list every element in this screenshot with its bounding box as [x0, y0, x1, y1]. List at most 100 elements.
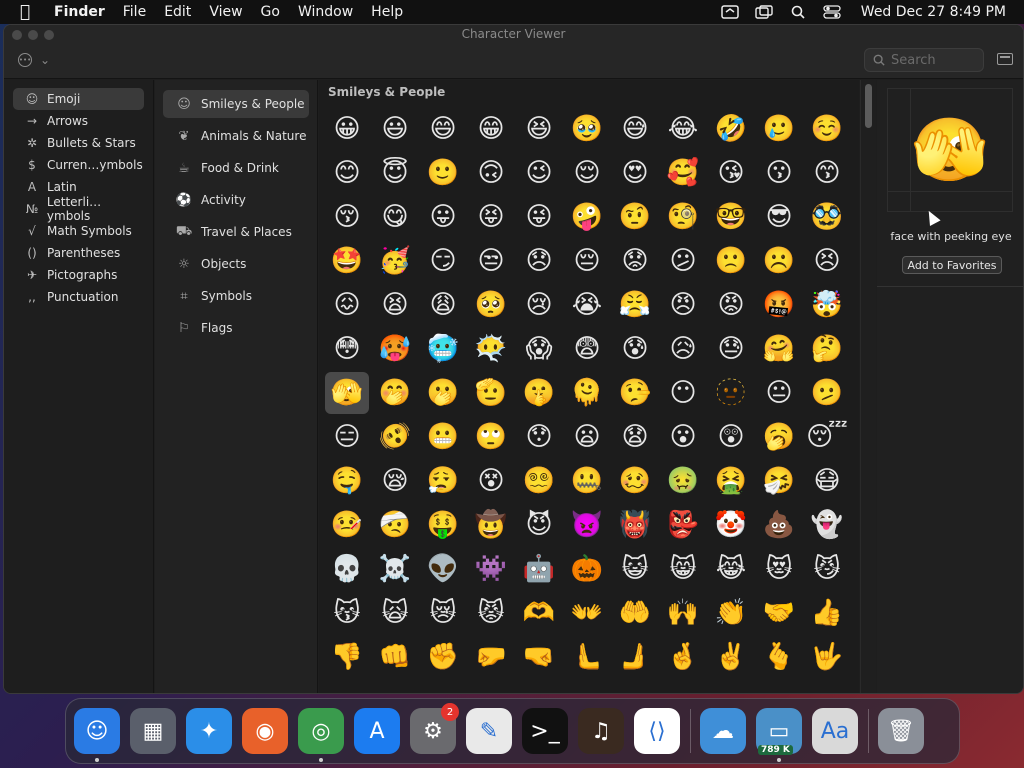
emoji-cell[interactable]: 😚: [325, 196, 369, 238]
emoji-cell[interactable]: 😔: [565, 240, 609, 282]
emoji-cell[interactable]: 🫰: [757, 636, 801, 678]
emoji-cell[interactable]: ☠️: [373, 548, 417, 590]
emoji-cell[interactable]: 😭: [565, 284, 609, 326]
dock-terminal[interactable]: >_: [522, 708, 568, 754]
emoji-cell[interactable]: 😇: [373, 152, 417, 194]
emoji-cell[interactable]: 😩: [421, 284, 465, 326]
emoji-cell[interactable]: 🤛: [469, 636, 513, 678]
emoji-cell[interactable]: 🤧: [757, 460, 801, 502]
emoji-cell[interactable]: 😋: [373, 196, 417, 238]
emoji-cell[interactable]: 😯: [517, 416, 561, 458]
emoji-cell[interactable]: 🫣: [325, 372, 369, 414]
emoji-cell[interactable]: 🤬: [757, 284, 801, 326]
emoji-cell[interactable]: 😮‍💨: [421, 460, 465, 502]
emoji-cell[interactable]: 🤖: [517, 548, 561, 590]
apple-menu-icon[interactable]: : [0, 2, 50, 22]
emoji-cell[interactable]: 💀: [325, 548, 369, 590]
menu-window[interactable]: Window: [289, 4, 362, 20]
emoji-cell[interactable]: 🤫: [517, 372, 561, 414]
emoji-cell[interactable]: 🤗: [757, 328, 801, 370]
dock-vscode[interactable]: ⟨⟩: [634, 708, 680, 754]
emoji-cell[interactable]: 😞: [517, 240, 561, 282]
subcategory-objects[interactable]: ☼ Objects: [163, 250, 309, 278]
emoji-cell[interactable]: 👊: [373, 636, 417, 678]
emoji-cell[interactable]: 🫨: [373, 416, 417, 458]
emoji-cell[interactable]: 🙀: [373, 592, 417, 634]
emoji-cell[interactable]: 🙌: [661, 592, 705, 634]
emoji-cell[interactable]: 😱: [517, 328, 561, 370]
emoji-cell[interactable]: 🤢: [661, 460, 705, 502]
emoji-cell[interactable]: 😬: [421, 416, 465, 458]
emoji-cell[interactable]: 👎: [325, 636, 369, 678]
app-menu-finder[interactable]: Finder: [50, 4, 114, 20]
emoji-cell[interactable]: 🤞: [661, 636, 705, 678]
emoji-cell[interactable]: 🥴: [613, 460, 657, 502]
dock-network-monitor[interactable]: ▭ 789 K: [756, 708, 802, 762]
emoji-cell[interactable]: 🧐: [661, 196, 705, 238]
emoji-cell[interactable]: 😗: [757, 152, 801, 194]
dock-weather[interactable]: ☁: [700, 708, 746, 754]
emoji-cell[interactable]: 🤕: [373, 504, 417, 546]
emoji-cell[interactable]: 😺: [613, 548, 657, 590]
emoji-cell[interactable]: 🤪: [565, 196, 609, 238]
emoji-cell[interactable]: 😡: [709, 284, 753, 326]
emoji-cell[interactable]: 🤠: [469, 504, 513, 546]
menu-file[interactable]: File: [114, 4, 155, 20]
emoji-cell[interactable]: 😾: [469, 592, 513, 634]
emoji-cell[interactable]: 🫥: [709, 372, 753, 414]
emoji-cell[interactable]: 👹: [613, 504, 657, 546]
emoji-cell[interactable]: 👽: [421, 548, 465, 590]
emoji-cell[interactable]: 👍: [805, 592, 849, 634]
dock-app-store[interactable]: A: [354, 708, 400, 754]
sidebar-item-math-symbols[interactable]: √ Math Symbols: [13, 220, 144, 242]
dock-safari[interactable]: ✦: [186, 708, 232, 754]
sidebar-item-parentheses[interactable]: () Parentheses: [13, 242, 144, 264]
emoji-cell[interactable]: 🤝: [757, 592, 801, 634]
emoji-cell[interactable]: 😵: [469, 460, 513, 502]
subcategory-symbols[interactable]: ⌗ Symbols: [163, 282, 309, 310]
sidebar-item-pictographs[interactable]: ✈ Pictographs: [13, 264, 144, 286]
emoji-cell[interactable]: 😰: [613, 328, 657, 370]
emoji-cell[interactable]: 🥳: [373, 240, 417, 282]
emoji-cell[interactable]: 🤩: [325, 240, 369, 282]
emoji-cell[interactable]: 😹: [709, 548, 753, 590]
dock-garageband[interactable]: ♫: [578, 708, 624, 754]
emoji-cell[interactable]: 💩: [757, 504, 801, 546]
emoji-cell[interactable]: 😲: [709, 416, 753, 458]
screen-mirror-icon[interactable]: [719, 4, 741, 20]
emoji-cell[interactable]: 🤐: [565, 460, 609, 502]
emoji-cell[interactable]: 😦: [565, 416, 609, 458]
dock-system-settings[interactable]: ⚙ 2: [410, 703, 459, 754]
menu-go[interactable]: Go: [252, 4, 289, 20]
emoji-cell[interactable]: 😟: [613, 240, 657, 282]
emoji-cell[interactable]: 🥲: [757, 108, 801, 150]
emoji-cell[interactable]: 🤡: [709, 504, 753, 546]
emoji-cell[interactable]: 😧: [613, 416, 657, 458]
emoji-cell[interactable]: 👺: [661, 504, 705, 546]
sidebar-item-emoji[interactable]: ☺ Emoji: [13, 88, 144, 110]
emoji-cell[interactable]: 🤣: [709, 108, 753, 150]
emoji-cell[interactable]: 😴: [805, 416, 849, 458]
emoji-cell[interactable]: 😨: [565, 328, 609, 370]
emoji-cell[interactable]: 😤: [613, 284, 657, 326]
emoji-cell[interactable]: 😕: [661, 240, 705, 282]
emoji-cell[interactable]: 😶‍🌫️: [469, 328, 513, 370]
dock-font-book[interactable]: Aa: [812, 708, 858, 754]
emoji-cell[interactable]: 😜: [517, 196, 561, 238]
emoji-cell[interactable]: ✊: [421, 636, 465, 678]
emoji-cell[interactable]: 👻: [805, 504, 849, 546]
emoji-cell[interactable]: 🙁: [709, 240, 753, 282]
emoji-cell[interactable]: 😿: [421, 592, 465, 634]
emoji-cell[interactable]: 👿: [565, 504, 609, 546]
emoji-cell[interactable]: 😻: [757, 548, 801, 590]
emoji-cell[interactable]: 🤑: [421, 504, 465, 546]
emoji-cell[interactable]: ☺️: [805, 108, 849, 150]
emoji-cell[interactable]: 😍: [613, 152, 657, 194]
emoji-cell[interactable]: 🥸: [805, 196, 849, 238]
emoji-cell[interactable]: 👐: [565, 592, 609, 634]
dock-launchpad[interactable]: ▦: [130, 708, 176, 754]
emoji-cell[interactable]: 😳: [325, 328, 369, 370]
emoji-cell[interactable]: 🫷: [565, 636, 609, 678]
emoji-cell[interactable]: 🥶: [421, 328, 465, 370]
control-center-icon[interactable]: [821, 4, 843, 20]
